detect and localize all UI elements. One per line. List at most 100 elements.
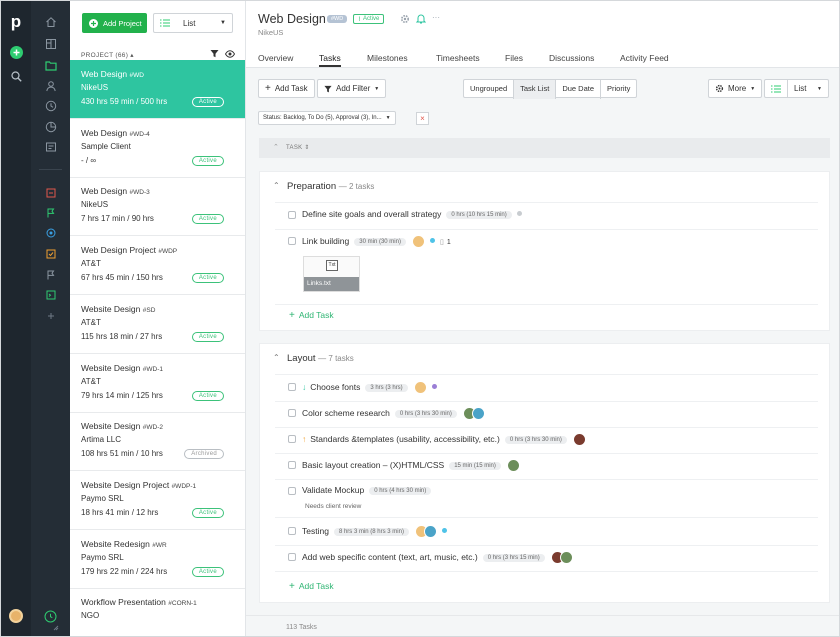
invoices-icon[interactable] xyxy=(31,139,70,155)
task-check-orange-icon[interactable] xyxy=(31,246,70,262)
timer-icon[interactable] xyxy=(31,608,70,624)
add-project-button[interactable]: Add Project xyxy=(82,13,147,33)
tab-activity-feed[interactable]: Activity Feed xyxy=(620,53,669,67)
task-checkbox[interactable] xyxy=(288,553,296,561)
task-row[interactable]: Define site goals and overall strategy 0 … xyxy=(275,204,818,230)
task-column-label[interactable]: TASK ⇕ xyxy=(286,144,310,151)
task-title[interactable]: Validate Mockup 0 hrs (4 hrs 30 min) xyxy=(302,485,432,495)
collapse-group-icon[interactable]: ⌃ xyxy=(273,181,280,190)
assignee-avatar[interactable] xyxy=(413,381,427,394)
project-list-header[interactable]: PROJECT (66) ▴ xyxy=(81,51,134,59)
project-status-badge[interactable]: ⌇ Active xyxy=(353,14,385,24)
assignee-avatar[interactable] xyxy=(506,459,520,472)
task-row[interactable]: Color scheme research 0 hrs (3 hrs 30 min… xyxy=(275,402,818,428)
task-row[interactable]: ↑ Standards &templates (usability, access… xyxy=(275,428,818,454)
project-list-item[interactable]: Website Design #SD AT&T 115 hrs 18 min / 2… xyxy=(70,295,245,354)
projects-folder-icon[interactable] xyxy=(31,57,70,73)
group-priority[interactable]: Priority xyxy=(601,80,636,99)
task-row[interactable]: ↓ Choose fonts 3 hrs (3 hrs) xyxy=(275,376,818,402)
more-button[interactable]: More ▼ xyxy=(708,79,763,98)
add-more-icon[interactable] xyxy=(31,308,70,324)
tab-overview[interactable]: Overview xyxy=(258,53,293,67)
project-list-item[interactable]: Web Design Project #WDP AT&T 67 hrs 45 min… xyxy=(70,236,245,296)
project-list-item[interactable]: Website Design Project #WDP-1 Paymo SRL 18… xyxy=(70,471,245,530)
task-checkbox[interactable] xyxy=(288,211,296,219)
task-title[interactable]: Color scheme research 0 hrs (3 hrs 30 min… xyxy=(302,407,485,420)
task-title[interactable]: Basic layout creation – (X)HTML/CSS 15 mi… xyxy=(302,459,520,472)
project-list-item[interactable]: Web Design #WD NikeUS 430 hrs 59 min / 500… xyxy=(70,60,245,119)
assignee-avatar[interactable] xyxy=(423,525,437,538)
project-list-item[interactable]: Website Redesign #WR Paymo SRL 179 hrs 22 … xyxy=(70,530,245,589)
task-title[interactable]: ↓ Choose fonts 3 hrs (3 hrs) xyxy=(302,381,437,394)
collapse-group-icon[interactable]: ⌃ xyxy=(273,353,280,362)
dashboard-icon[interactable] xyxy=(31,36,70,52)
assignee-avatar[interactable] xyxy=(411,235,425,248)
assignee-avatar[interactable] xyxy=(572,433,586,446)
task-checkbox[interactable] xyxy=(288,461,296,469)
task-title[interactable]: Add web specific content (text, art, mus… xyxy=(302,551,573,564)
task-checkbox[interactable] xyxy=(288,409,296,417)
task-checkbox[interactable] xyxy=(288,383,296,391)
remove-filter-icon[interactable]: × xyxy=(416,112,429,125)
project-list-item[interactable]: Workflow Presentation #CORN-1 NGO xyxy=(70,588,245,636)
people-icon[interactable] xyxy=(31,78,70,94)
target-blue-icon[interactable] xyxy=(31,225,70,241)
more-dots-icon[interactable]: ··· xyxy=(432,13,440,22)
task-title[interactable]: ↑ Standards &templates (usability, access… xyxy=(302,433,586,446)
task-checkbox[interactable] xyxy=(288,435,296,443)
task-name: Define site goals and overall strategy xyxy=(302,209,442,219)
flag-icon[interactable] xyxy=(31,267,70,283)
task-title[interactable]: Link building 30 min (30 min) ▯ 1 xyxy=(302,235,451,248)
add-task-link[interactable]: + Add Task xyxy=(289,581,334,592)
view-select[interactable]: List ▼ xyxy=(153,13,233,33)
paymo-logo[interactable]: p xyxy=(1,11,31,33)
clock-icon[interactable] xyxy=(31,98,70,114)
task-checkbox[interactable] xyxy=(288,487,296,495)
task-row[interactable]: Basic layout creation – (X)HTML/CSS 15 mi… xyxy=(275,454,818,480)
tab-tasks[interactable]: Tasks xyxy=(319,53,341,67)
tab-discussions[interactable]: Discussions xyxy=(549,53,594,67)
add-task-link[interactable]: + Add Task xyxy=(289,310,334,321)
task-checkbox[interactable] xyxy=(288,237,296,245)
task-list-red-icon[interactable] xyxy=(31,185,70,201)
task-row[interactable]: Link building 30 min (30 min) ▯ 1 Txt Links… xyxy=(275,230,818,305)
home-icon[interactable] xyxy=(31,14,70,30)
task-row[interactable]: Add web specific content (text, art, mus… xyxy=(275,546,818,572)
terminal-green-icon[interactable] xyxy=(31,287,70,303)
group-task-list[interactable]: Task List xyxy=(514,80,557,99)
task-checkbox[interactable] xyxy=(288,527,296,535)
collapse-all-icon[interactable]: ⌃ xyxy=(273,143,279,151)
task-title[interactable]: Define site goals and overall strategy 0 … xyxy=(302,209,522,219)
filter-icon[interactable] xyxy=(210,49,219,60)
assignee-avatar[interactable] xyxy=(559,551,573,564)
add-icon[interactable] xyxy=(1,45,31,59)
flag-green-icon[interactable] xyxy=(31,205,70,221)
add-task-button[interactable]: + Add Task xyxy=(258,79,315,98)
reports-pie-icon[interactable] xyxy=(31,119,70,135)
tab-milestones[interactable]: Milestones xyxy=(367,53,408,67)
user-avatar[interactable] xyxy=(1,607,31,625)
more-label: More xyxy=(728,84,747,93)
project-list-item[interactable]: Web Design #WD-3 NikeUS 7 hrs 17 min / 90 … xyxy=(70,177,245,237)
assignee-avatar[interactable] xyxy=(471,407,485,420)
resize-handle-icon[interactable] xyxy=(51,623,61,633)
add-filter-button[interactable]: Add Filter ▼ xyxy=(317,79,387,98)
eye-icon[interactable] xyxy=(224,50,236,60)
search-icon[interactable] xyxy=(1,69,31,83)
tab-files[interactable]: Files xyxy=(505,53,523,67)
task-row[interactable]: Testing 8 hrs 3 min (8 hrs 3 min) xyxy=(275,520,818,546)
settings-gear-icon[interactable] xyxy=(400,14,410,26)
attachment-thumbnail[interactable]: Txt Links.txt xyxy=(303,256,360,292)
task-view-select[interactable]: List ▼ xyxy=(764,79,829,98)
status-filter-chip[interactable]: Status: Backlog, To Do (5), Approval (3)… xyxy=(258,111,396,125)
task-title[interactable]: Testing 8 hrs 3 min (8 hrs 3 min) xyxy=(302,525,447,538)
group-ungrouped[interactable]: Ungrouped xyxy=(464,80,515,99)
project-list-item[interactable]: Website Design #WD-1 AT&T 79 hrs 14 min / … xyxy=(70,354,245,413)
project-list-item[interactable]: Web Design #WD-4 Sample Client - / ∞ Active xyxy=(70,119,245,178)
app-window: p Add Project List ▼ PROJECT (66) ▴ Web … xyxy=(0,0,840,637)
task-row[interactable]: Validate Mockup 0 hrs (4 hrs 30 min) Need… xyxy=(275,480,818,518)
notification-bell-icon[interactable] xyxy=(415,13,427,26)
project-list-item[interactable]: Website Design #WD-2 Artima LLC 108 hrs 51… xyxy=(70,412,245,472)
group-due-date[interactable]: Due Date xyxy=(556,80,601,99)
tab-timesheets[interactable]: Timesheets xyxy=(436,53,480,67)
